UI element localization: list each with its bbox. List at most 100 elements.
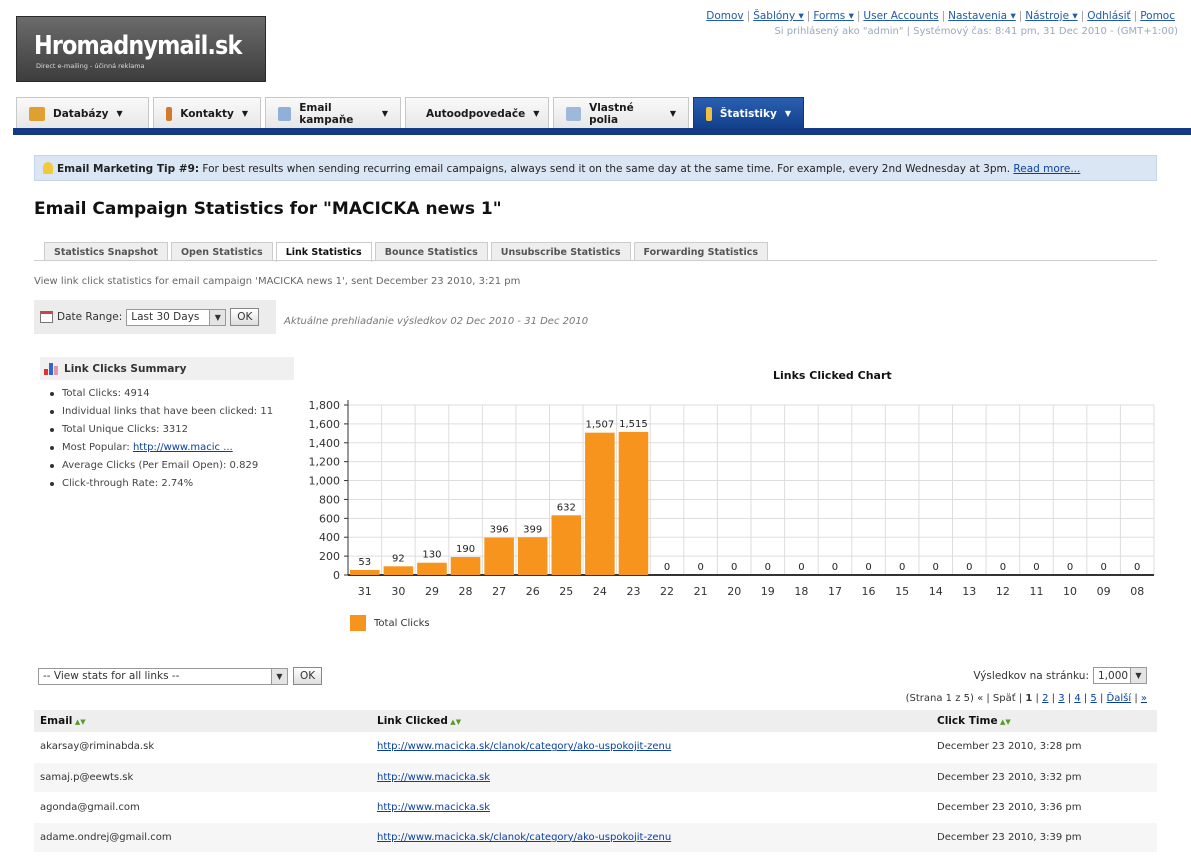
login-status: Si prihlásený ako "admin" | Systémový ča… xyxy=(774,26,1178,37)
link-clicks-summary: Link Clicks Summary Total Clicks: 4914 In… xyxy=(40,357,294,493)
top-link[interactable]: Pomoc xyxy=(1140,10,1175,22)
data-label: 1,507 xyxy=(586,420,615,431)
pager-page-link[interactable]: 3 xyxy=(1058,693,1064,704)
top-link[interactable]: Domov xyxy=(706,10,743,22)
x-tick-label: 15 xyxy=(895,585,909,598)
logo-subtitle: Direct e-mailing - účinná reklama xyxy=(36,62,145,70)
data-label: 0 xyxy=(798,562,804,573)
sort-icon[interactable]: ▲▼ xyxy=(448,718,461,726)
nav-tab-envelope[interactable]: Email kampaňe ▼ xyxy=(265,97,401,129)
link-filter-ok-button[interactable]: OK xyxy=(293,667,323,685)
x-tick-label: 09 xyxy=(1097,585,1111,598)
table-cell: http://www.macicka.sk/clanok/category/ak… xyxy=(371,822,931,853)
nav-bar xyxy=(13,128,1191,135)
table-cell: http://www.macicka.sk xyxy=(371,762,931,793)
nav-tab-contacts[interactable]: Kontakty ▼ xyxy=(153,97,261,129)
email-value: adame.ondrej@gmail.com xyxy=(40,831,172,843)
click-time-value: December 23 2010, 3:36 pm xyxy=(937,801,1082,813)
column-header[interactable]: Link Clicked ▲▼ xyxy=(371,710,931,732)
legend-swatch xyxy=(350,615,366,631)
stat-tab[interactable]: Forwarding Statistics xyxy=(633,242,768,261)
logo[interactable]: Hromadnymail.sk Direct e-mailing - účinn… xyxy=(16,16,266,82)
top-link[interactable]: User Accounts xyxy=(863,10,938,22)
data-label: 0 xyxy=(933,562,939,573)
sort-icon[interactable]: ▲▼ xyxy=(72,718,86,726)
per-page-select[interactable]: 1,000 ▼ xyxy=(1093,667,1147,684)
envelope-icon xyxy=(278,106,292,121)
per-page-control: Výsledkov na stránku: 1,000 ▼ xyxy=(973,667,1147,684)
pager-last-link[interactable]: » xyxy=(1141,693,1147,704)
x-tick-label: 26 xyxy=(526,585,540,598)
chevron-down-icon: ▼ xyxy=(533,109,540,118)
y-tick-label: 200 xyxy=(319,550,340,563)
data-label: 0 xyxy=(731,562,737,573)
nav-tab-stats[interactable]: Štatistiky ▼ xyxy=(693,97,804,129)
chevron-down-icon: ▼ xyxy=(116,109,123,118)
x-tick-label: 14 xyxy=(929,585,943,598)
top-link[interactable]: Nástroje ▾ xyxy=(1025,10,1077,22)
table-row: samaj.p@eewts.sk http://www.macicka.sk Dec… xyxy=(34,762,1157,793)
summary-text: Total Unique Clicks: 3312 xyxy=(62,424,189,435)
x-tick-label: 25 xyxy=(559,585,573,598)
fields-icon xyxy=(566,106,582,121)
stat-tab[interactable]: Unsubscribe Statistics xyxy=(490,242,631,261)
read-more-link[interactable]: Read more... xyxy=(1013,163,1080,175)
x-tick-label: 13 xyxy=(962,585,976,598)
click-time-value: December 23 2010, 3:39 pm xyxy=(937,831,1082,843)
x-tick-label: 22 xyxy=(660,585,674,598)
link-filter: -- View stats for all links -- ▼ OK xyxy=(38,667,323,685)
x-tick-label: 21 xyxy=(694,585,708,598)
top-link[interactable]: Nastavenia ▾ xyxy=(948,10,1016,22)
clicked-link[interactable]: http://www.macicka.sk xyxy=(377,802,490,813)
column-header[interactable]: Email ▲▼ xyxy=(34,710,371,732)
contacts-icon xyxy=(166,106,173,121)
table-cell: http://www.macicka.sk/clanok/category/ak… xyxy=(371,732,931,763)
data-label: 53 xyxy=(358,557,371,568)
bar-29 xyxy=(417,562,447,575)
table-cell: December 23 2010, 3:28 pm xyxy=(931,732,1157,763)
pager-page-link[interactable]: 5 xyxy=(1090,693,1096,704)
date-range-ok-button[interactable]: OK xyxy=(230,308,260,326)
x-tick-label: 12 xyxy=(996,585,1010,598)
pager-page-link[interactable]: 4 xyxy=(1074,693,1080,704)
y-tick-label: 800 xyxy=(319,493,340,506)
summary-text: Average Clicks (Per Email Open): 0.829 xyxy=(62,460,259,471)
nav-tab-fields[interactable]: Vlastné polia ▼ xyxy=(553,97,689,129)
stat-tab[interactable]: Open Statistics xyxy=(170,242,273,261)
summary-text: Individual links that have been clicked:… xyxy=(62,406,274,417)
data-label: 0 xyxy=(1100,562,1106,573)
top-link[interactable]: Šablóny ▾ xyxy=(753,10,804,22)
nav-tab-autoresponder[interactable]: Autoodpovedače ▼ xyxy=(405,97,549,129)
link-separator: | xyxy=(1133,10,1138,22)
data-label: 1,515 xyxy=(619,419,648,430)
chevron-down-icon: ▼ xyxy=(784,109,791,118)
link-separator: | xyxy=(806,10,811,22)
date-range-select[interactable]: Last 30 Days ▼ xyxy=(126,308,227,326)
pager-page-link[interactable]: 2 xyxy=(1042,693,1048,704)
most-popular-link[interactable]: http://www.macic ... xyxy=(133,442,233,453)
pager-current: 1 xyxy=(1025,693,1033,704)
x-tick-label: 27 xyxy=(492,585,506,598)
stat-tab[interactable]: Statistics Snapshot xyxy=(44,242,168,261)
links-clicked-chart: 02004006008001,0001,2001,4001,6001,80053… xyxy=(309,399,1155,598)
data-label: 0 xyxy=(1000,562,1006,573)
column-header[interactable]: Click Time ▲▼ xyxy=(931,710,1157,732)
table-cell: December 23 2010, 3:36 pm xyxy=(931,792,1157,823)
stat-tab[interactable]: Bounce Statistics xyxy=(374,242,488,261)
stat-tab[interactable]: Link Statistics xyxy=(275,242,372,262)
top-link[interactable]: Odhlásiť xyxy=(1087,10,1130,22)
clicked-link[interactable]: http://www.macicka.sk/clanok/category/ak… xyxy=(377,741,671,752)
sort-icon[interactable]: ▲▼ xyxy=(998,718,1011,726)
chevron-down-icon: ▼ xyxy=(1130,668,1146,683)
tip-title: Email Marketing Tip #9: xyxy=(57,163,200,175)
x-tick-label: 08 xyxy=(1130,585,1144,598)
x-tick-label: 29 xyxy=(425,585,439,598)
y-tick-label: 0 xyxy=(333,569,340,582)
top-link[interactable]: Forms ▾ xyxy=(813,10,854,22)
nav-tab-database[interactable]: Databázy ▼ xyxy=(16,97,149,129)
pager-next-link[interactable]: Ďalší xyxy=(1107,693,1132,704)
clicked-link[interactable]: http://www.macicka.sk/clanok/category/ak… xyxy=(377,832,671,843)
clicked-link[interactable]: http://www.macicka.sk xyxy=(377,772,490,783)
column-header-label: Link Clicked xyxy=(377,715,448,727)
link-filter-select[interactable]: -- View stats for all links -- ▼ xyxy=(38,667,288,685)
